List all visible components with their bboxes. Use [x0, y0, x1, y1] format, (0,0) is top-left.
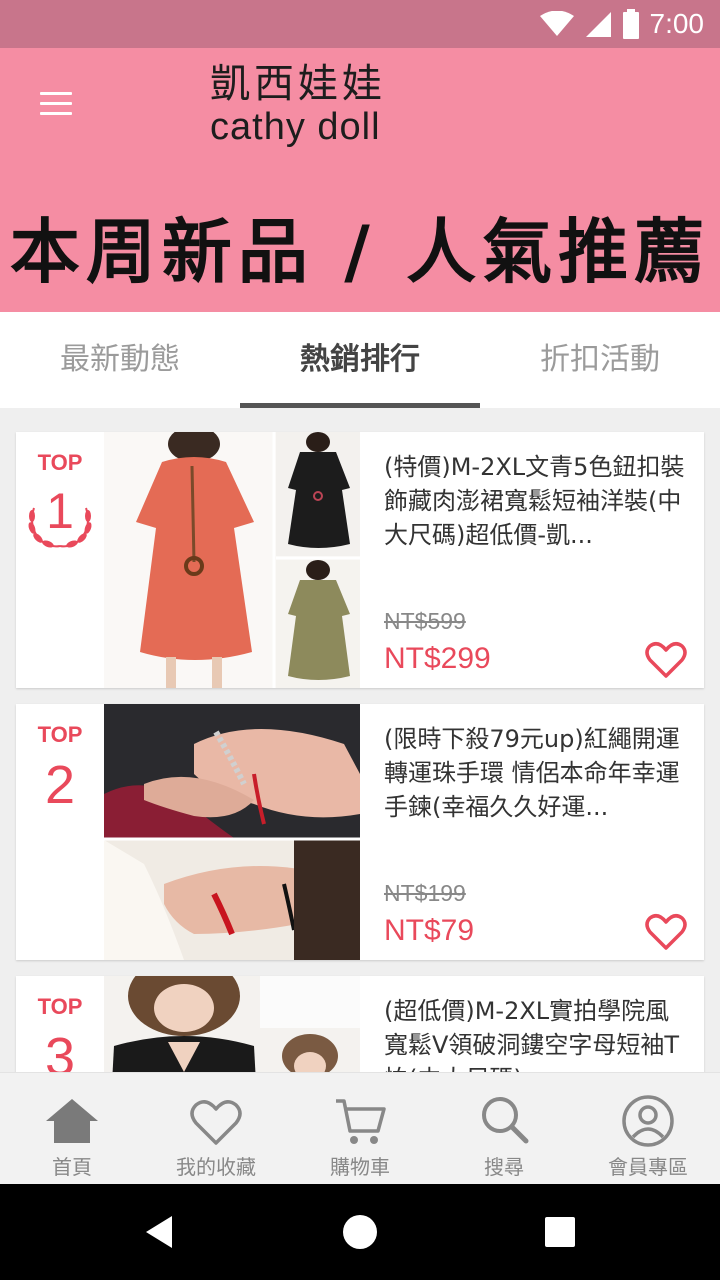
product-photo-dress [104, 432, 360, 688]
tab-latest[interactable]: 最新動態 [0, 312, 240, 408]
original-price: NT$199 [384, 880, 466, 906]
rank-label: TOP [37, 722, 83, 747]
rank-badge: TOP 1 [16, 432, 104, 688]
back-icon[interactable] [136, 1208, 184, 1256]
product-card[interactable]: TOP 2 (限時下殺79元up)紅繩開運轉運珠手環 情侶本命年幸運手鍊(幸福久… [16, 704, 704, 960]
nav-label: 搜尋 [484, 1155, 524, 1179]
tab-bar: 最新動態 熱銷排行 折扣活動 [0, 312, 720, 408]
nav-member[interactable]: 會員專區 [576, 1073, 720, 1184]
nav-favorites[interactable]: 我的收藏 [144, 1073, 288, 1184]
brand-logo[interactable]: 凱西娃娃 cathy doll [210, 64, 386, 146]
logo-chinese: 凱西娃娃 [210, 61, 386, 107]
home-icon [46, 1099, 98, 1143]
sale-price: NT$299 [384, 642, 491, 675]
menu-icon-line [40, 102, 72, 105]
product-info: (限時下殺79元up)紅繩開運轉運珠手環 情侶本命年幸運手鍊(幸福久久好運...… [384, 722, 688, 952]
favorite-heart-icon[interactable] [644, 910, 688, 954]
nav-label: 會員專區 [608, 1155, 688, 1179]
rank-badge: TOP 2 [16, 704, 104, 960]
tab-best-sellers[interactable]: 熱銷排行 [240, 312, 480, 408]
rank-wreath: 1 [16, 482, 104, 548]
app-header: 凱西娃娃 cathy doll 本周新品 / 人氣推薦 [0, 48, 720, 312]
product-photo-bracelet [104, 704, 360, 960]
product-info: (特價)M-2XL文青5色鈕扣裝飾藏肉澎裙寬鬆短袖洋裝(中大尺碼)超低價-凱..… [384, 450, 688, 680]
rank-number: 1 [46, 483, 74, 539]
wifi-icon [539, 11, 574, 36]
product-image[interactable] [104, 432, 360, 688]
nav-cart[interactable]: 購物車 [288, 1073, 432, 1184]
menu-icon-line [40, 112, 72, 115]
menu-icon-line [40, 92, 72, 95]
banner-title: 本周新品 / 人氣推薦 [9, 211, 711, 293]
status-time: 7:00 [649, 8, 705, 39]
nav-home[interactable]: 首頁 [0, 1073, 144, 1184]
tab-discounts[interactable]: 折扣活動 [480, 312, 720, 408]
product-card[interactable]: TOP 1 (特價)M-2XL文青5色鈕扣裝飾藏肉澎裙寬鬆短袖洋裝(中大尺碼)超… [16, 432, 704, 688]
search-icon [482, 1097, 529, 1144]
original-price: NT$599 [384, 608, 466, 634]
product-name[interactable]: (特價)M-2XL文青5色鈕扣裝飾藏肉澎裙寬鬆短袖洋裝(中大尺碼)超低價-凱..… [384, 450, 688, 552]
rank-label: TOP [37, 450, 83, 475]
battery-icon [622, 9, 639, 39]
bottom-navigation: 首頁 我的收藏 購物車 搜尋 會員專區 [0, 1072, 720, 1184]
sale-price: NT$79 [384, 914, 475, 947]
nav-label: 首頁 [52, 1155, 92, 1179]
favorite-heart-icon[interactable] [644, 638, 688, 682]
recent-apps-icon[interactable] [536, 1208, 584, 1256]
product-name[interactable]: (限時下殺79元up)紅繩開運轉運珠手環 情侶本命年幸運手鍊(幸福久久好運... [384, 722, 688, 824]
signal-icon [585, 12, 611, 37]
status-bar: 7:00 [0, 0, 720, 48]
heart-icon [190, 1100, 242, 1145]
home-button-icon[interactable] [336, 1208, 384, 1256]
status-icons: 7:00 [539, 8, 705, 40]
nav-search[interactable]: 搜尋 [432, 1073, 576, 1184]
product-image[interactable] [104, 704, 360, 960]
nav-label: 我的收藏 [176, 1155, 256, 1179]
logo-english: cathy doll [210, 106, 381, 148]
rank-label: TOP [37, 994, 83, 1019]
system-navigation-bar [0, 1184, 720, 1280]
user-icon [622, 1095, 674, 1147]
cart-icon [336, 1099, 386, 1144]
rank-number: 2 [44, 755, 76, 815]
menu-button[interactable] [36, 84, 76, 124]
nav-label: 購物車 [330, 1155, 390, 1179]
